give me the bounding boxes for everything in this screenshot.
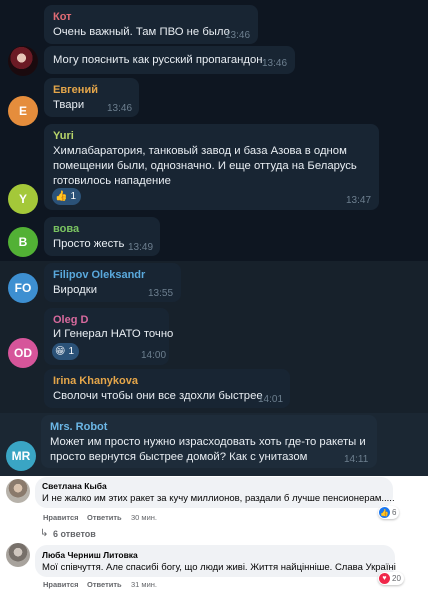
sender-name: Filipov Oleksandr bbox=[53, 269, 146, 281]
sender-name: Oleg D bbox=[53, 314, 89, 326]
reaction-grin[interactable]: 😁 1 bbox=[52, 343, 79, 360]
comment-author[interactable]: Светлана Кыба bbox=[42, 481, 107, 491]
message-time: 13:49 bbox=[128, 242, 154, 253]
telegram-chat: Кот Очень важный. Там ПВО не было 13:46 … bbox=[0, 0, 428, 476]
avatar[interactable]: B bbox=[8, 227, 38, 257]
sender-name: Yuri bbox=[53, 130, 74, 142]
comment-author[interactable]: Люба Черниш Литовка bbox=[42, 550, 138, 560]
avatar[interactable]: FO bbox=[8, 273, 38, 303]
message-text: Твари bbox=[53, 99, 85, 111]
like-link[interactable]: Нравится bbox=[43, 513, 79, 522]
avatar[interactable] bbox=[6, 543, 30, 567]
message-time: 13:46 bbox=[225, 30, 251, 41]
message-time: 13:55 bbox=[148, 288, 174, 299]
love-icon: ♥ bbox=[379, 573, 390, 584]
comment-text: И не жалко им этих ракет за кучу миллион… bbox=[42, 493, 395, 504]
reply-link[interactable]: Ответить bbox=[87, 580, 122, 589]
comment-time: 31 мин. bbox=[131, 580, 157, 589]
avatar[interactable]: OD bbox=[8, 338, 38, 368]
message-time: 13:47 bbox=[346, 195, 372, 206]
message-text: И Генерал НАТО точно bbox=[53, 328, 174, 340]
message-time: 13:46 bbox=[107, 103, 133, 114]
message-bubble[interactable]: Евгений Твари 13:46 bbox=[44, 78, 139, 117]
message-bubble[interactable]: Могу пояснить как русский пропагандон 13… bbox=[44, 46, 295, 74]
message-bubble[interactable]: Yuri Химлабаратория, танковый завод и ба… bbox=[44, 124, 379, 210]
reaction-count: 6 bbox=[392, 508, 397, 517]
message-bubble[interactable]: Filipov Oleksandr Виродки 13:55 bbox=[44, 263, 181, 302]
avatar[interactable]: Y bbox=[8, 184, 38, 214]
like-link[interactable]: Нравится bbox=[43, 580, 79, 589]
avatar[interactable] bbox=[6, 479, 30, 503]
message-text-line: помещении были, однозначно. И еще оттуда… bbox=[53, 160, 357, 172]
message-text: Очень важный. Там ПВО не было bbox=[53, 26, 230, 38]
avatar[interactable]: MR bbox=[6, 441, 36, 471]
message-bubble[interactable]: вова Просто жесть 13:49 bbox=[44, 217, 160, 256]
avatar[interactable] bbox=[8, 46, 38, 76]
comment-bubble: Люба Черниш Литовка Мої співчуття. Але с… bbox=[35, 545, 396, 577]
reaction-count: 20 bbox=[392, 574, 401, 583]
reaction-thumbs-up[interactable]: 👍 1 bbox=[52, 188, 82, 205]
facebook-comments: Светлана Кыба И не жалко им этих ракет з… bbox=[0, 476, 428, 592]
comment-reactions[interactable]: ♥ 20 bbox=[378, 572, 404, 585]
reaction-count: 1 bbox=[68, 346, 74, 357]
message-bubble[interactable]: Oleg D И Генерал НАТО точно 😁 1 14:00 bbox=[44, 308, 173, 365]
message-text: Сволочи чтобы они все здохли быстрее bbox=[53, 390, 263, 402]
avatar[interactable]: E bbox=[8, 96, 38, 126]
comment-text: Мої співчуття. Але спасибі богу, що люди… bbox=[42, 562, 396, 573]
reply-link[interactable]: Ответить bbox=[87, 513, 122, 522]
message-time: 14:01 bbox=[258, 394, 284, 405]
message-time: 14:00 bbox=[141, 350, 167, 361]
sender-name: Евгений bbox=[53, 84, 98, 96]
view-replies-link[interactable]: 6 ответов bbox=[53, 529, 96, 539]
grinning-face-icon: 😁 bbox=[55, 345, 66, 357]
comment-bubble: Светлана Кыба И не жалко им этих ракет з… bbox=[35, 477, 395, 508]
reply-arrow-icon: ↳ bbox=[40, 528, 49, 539]
comment-reactions[interactable]: 👍 6 bbox=[378, 506, 400, 519]
message-time: 14:11 bbox=[344, 454, 369, 465]
sender-name: Irina Khanykova bbox=[53, 375, 138, 387]
comment-time: 30 мин. bbox=[131, 513, 157, 522]
message-bubble[interactable]: Irina Khanykova Сволочи чтобы они все зд… bbox=[44, 369, 290, 408]
message-time: 13:46 bbox=[262, 58, 288, 69]
message-text: Могу пояснить как русский пропагандон bbox=[53, 54, 263, 66]
message-text-line: готовилось нападение bbox=[53, 175, 171, 187]
sender-name: вова bbox=[53, 223, 80, 235]
message-text: Просто жесть bbox=[53, 238, 125, 250]
like-icon: 👍 bbox=[379, 507, 390, 518]
sender-name: Кот bbox=[53, 11, 72, 23]
message-text-line: просто вернутся быстрее домой? Как с уни… bbox=[50, 451, 308, 463]
message-bubble[interactable]: Mrs. Robot Может им просто нужно израсхо… bbox=[41, 415, 377, 468]
message-text: Виродки bbox=[53, 284, 98, 296]
sender-name: Mrs. Robot bbox=[50, 421, 108, 433]
message-text-line: Может им просто нужно израсходовать хоть… bbox=[50, 436, 366, 448]
message-text-line: Химлабаратория, танковый завод и база Аз… bbox=[53, 145, 347, 157]
thumbs-up-icon: 👍 bbox=[55, 190, 68, 202]
message-bubble[interactable]: Кот Очень важный. Там ПВО не было 13:46 bbox=[44, 5, 258, 44]
reaction-count: 1 bbox=[70, 191, 77, 202]
